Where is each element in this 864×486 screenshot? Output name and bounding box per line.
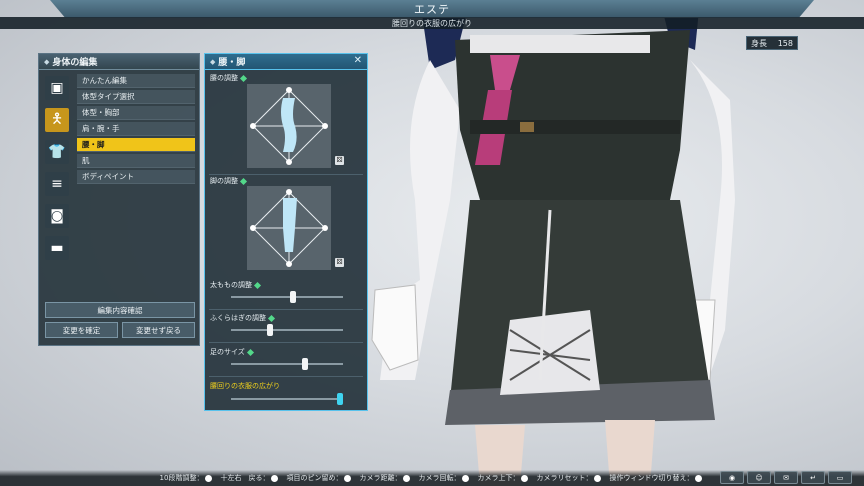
apply-changes-button[interactable]: 変更を確定 [45, 322, 118, 338]
body-panel-header: ◆ 身体の編集 [39, 54, 199, 70]
menu-item-body-type[interactable]: 体型タイプ選択 [77, 90, 195, 104]
divider [209, 309, 363, 310]
divider [209, 342, 363, 343]
menu-item-body-paint[interactable]: ボディペイント [77, 170, 195, 184]
foot-size-slider[interactable] [231, 358, 343, 370]
gem-icon [253, 281, 262, 289]
edit-panel-header: ◆ 腰・脚 ✕ [205, 54, 367, 70]
menu-icon[interactable]: ▭ [828, 471, 852, 484]
divider [209, 376, 363, 377]
revert-changes-button[interactable]: 変更せず戻る [122, 322, 195, 338]
menu-item-body-chest[interactable]: 体型・胸部 [77, 106, 195, 120]
skirt-spread-label: 腰回りの衣服の広がり [210, 382, 280, 390]
thigh-adjust-label: 太ももの調整 [210, 280, 262, 290]
waist-leg-edit-panel: ◆ 腰・脚 ✕ 腰の調整 ⚄ 脚の調整 ⚄ 太ももの調整 ふくらはぎの調整 足の… [204, 53, 368, 411]
height-value: 158 [777, 38, 793, 48]
body-menu-list: かんたん編集 体型タイプ選択 体型・胸部 肩・腕・手 腰・脚 肌 ボディペイント [77, 74, 195, 186]
emote-icon[interactable]: ☺ [747, 471, 771, 484]
body-panel-title: 身体の編集 [52, 58, 98, 68]
menu-item-waist-leg[interactable]: 腰・脚 [77, 138, 195, 152]
chat-icon[interactable]: ✉ [774, 471, 798, 484]
category-icons: ▣ 🯅 👕 ≡ ◙ ▬ [45, 76, 71, 268]
skirt-spread-slider[interactable] [231, 393, 343, 405]
diamond-icon: ◆ [210, 57, 216, 66]
hint-10-step: 10段階調整： [160, 473, 215, 483]
face-icon[interactable]: ▣ [45, 76, 69, 100]
hint-camera-updown: カメラ上下： [477, 473, 530, 483]
menu-item-skin[interactable]: 肌 [77, 154, 195, 168]
body-figure-icon[interactable]: 🯅 [45, 108, 69, 132]
shortcut-icons: ◉ ☺ ✉ ↵ ▭ [720, 471, 852, 484]
folder-icon[interactable]: ▬ [45, 236, 69, 260]
waist-adjust-label: 腰の調整 [210, 73, 248, 83]
character-model [371, 0, 735, 486]
height-label: 身長 [751, 38, 767, 48]
costume-icon[interactable]: 👕 [45, 140, 69, 164]
screen-subtitle: 腰回りの衣服の広がり [0, 17, 864, 29]
random-dice-icon[interactable]: ⚄ [335, 258, 344, 267]
slider-knob [289, 291, 296, 303]
gem-icon [239, 177, 248, 185]
calf-slider[interactable] [231, 324, 343, 336]
calf-adjust-label: ふくらはぎの調整 [210, 313, 276, 323]
leg-shape-pad[interactable] [247, 186, 331, 270]
leg-adjust-label: 脚の調整 [210, 176, 248, 186]
close-icon[interactable]: ✕ [354, 55, 362, 66]
diamond-icon: ◆ [44, 57, 50, 66]
slider-knob [267, 324, 274, 336]
hint-window-switch: 操作ウィンドウ切り替え： [609, 473, 704, 483]
gem-icon [246, 348, 254, 356]
hint-camera-distance: カメラ距離： [359, 473, 412, 483]
hint-back: 十左右 戻る： [220, 473, 280, 483]
hint-camera-reset: カメラリセット： [536, 473, 603, 483]
thigh-slider[interactable] [231, 291, 343, 303]
camera-icon[interactable]: ◉ [720, 471, 744, 484]
random-dice-icon[interactable]: ⚄ [335, 156, 344, 165]
top-bar: エステ 腰回りの衣服の広がり [0, 0, 864, 30]
portrait-icon[interactable]: ◙ [45, 204, 69, 228]
hint-pin: 項目のピン留め： [286, 473, 353, 483]
screen-title: エステ [50, 0, 814, 18]
edit-panel-title: 腰・脚 [218, 58, 246, 68]
return-icon[interactable]: ↵ [801, 471, 825, 484]
menu-item-shoulder-arm-hand[interactable]: 肩・腕・手 [77, 122, 195, 136]
menu-item-easy-edit[interactable]: かんたん編集 [77, 74, 195, 88]
height-display: 身長 158 [746, 36, 798, 50]
slider-knob [301, 358, 308, 370]
foot-size-label: 足のサイズ [210, 347, 254, 357]
gem-icon [239, 74, 248, 82]
body-edit-panel: ◆ 身体の編集 ▣ 🯅 👕 ≡ ◙ ▬ かんたん編集 体型タイプ選択 体型・胸部… [38, 53, 200, 346]
hint-camera-rotate: カメラ回転： [418, 473, 471, 483]
gem-icon [267, 314, 276, 322]
divider [209, 174, 363, 175]
confirm-edit-button[interactable]: 編集内容確認 [45, 302, 195, 318]
slider-knob [336, 393, 343, 405]
list-icon[interactable]: ≡ [45, 172, 69, 196]
waist-shape-pad[interactable] [247, 84, 331, 168]
